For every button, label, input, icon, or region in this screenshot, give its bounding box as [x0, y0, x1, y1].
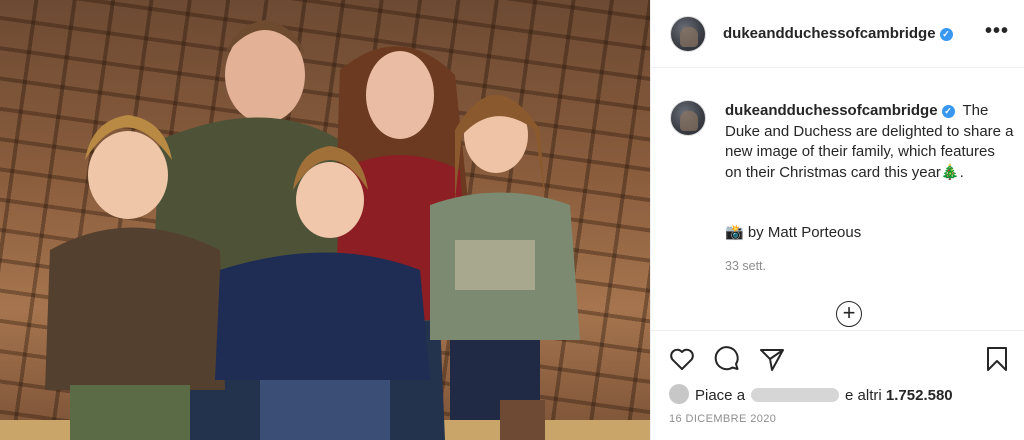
liker-name-blurred [751, 388, 840, 402]
more-options-icon[interactable]: ••• [985, 20, 1009, 43]
likes-summary[interactable]: Piace a e altri 1.752.580 [669, 384, 953, 404]
avatar[interactable] [670, 16, 706, 52]
plus-circle-icon[interactable]: + [836, 301, 862, 327]
caption: dukeandduchessofcambridge ✓ The Duke and … [725, 101, 1015, 183]
actions-bar: Piace a e altri 1.752.580 16 DICEMBRE 202… [651, 330, 1024, 440]
post-header: dukeandduchessofcambridge ✓ ••• [651, 0, 1024, 68]
post-date: 16 DICEMBRE 2020 [669, 413, 777, 425]
verified-badge-icon: ✓ [941, 105, 955, 118]
caption-username[interactable]: dukeandduchessofcambridge ✓ [725, 102, 955, 119]
username-text[interactable]: dukeandduchessofcambridge [723, 25, 936, 42]
liker-avatar [669, 384, 689, 404]
verified-badge-icon: ✓ [939, 28, 953, 41]
likes-count[interactable]: 1.752.580 [886, 387, 953, 404]
caption-username-text[interactable]: dukeandduchessofcambridge [725, 102, 938, 119]
caption-avatar[interactable] [670, 100, 706, 136]
heart-icon[interactable] [668, 345, 696, 373]
post-username[interactable]: dukeandduchessofcambridge ✓ [723, 25, 953, 42]
likes-prefix: Piace a [695, 387, 746, 404]
photo-credit: 📸 by Matt Porteous [725, 224, 862, 241]
share-icon[interactable] [758, 345, 786, 373]
post-side-panel: dukeandduchessofcambridge ✓ ••• dukeanddu… [650, 0, 1024, 440]
post-photo[interactable] [0, 0, 650, 440]
comment-icon[interactable] [713, 345, 741, 373]
post-age[interactable]: 33 sett. [725, 259, 766, 273]
bookmark-icon[interactable] [983, 345, 1011, 373]
family-photo-illustration [0, 20, 650, 440]
likes-suffix: e altri [845, 387, 882, 404]
